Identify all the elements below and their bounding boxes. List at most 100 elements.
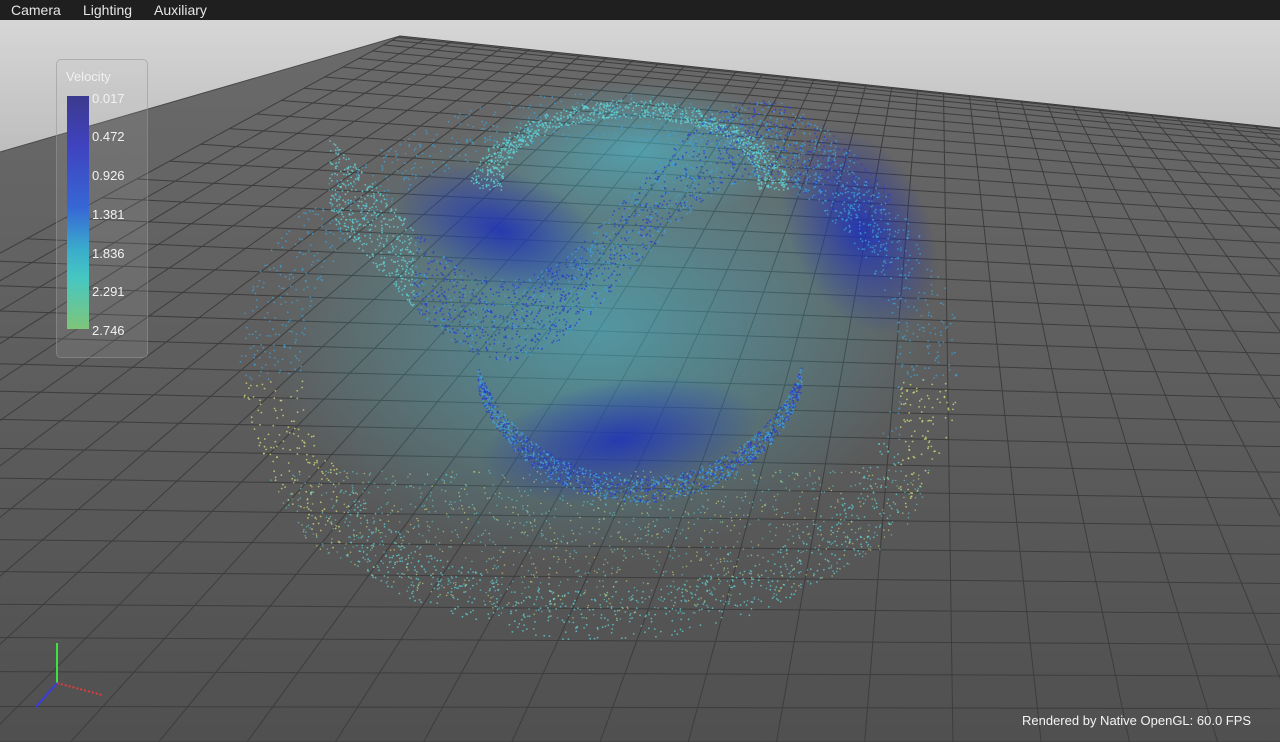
- particle: [453, 477, 456, 479]
- particle: [441, 550, 444, 553]
- particle: [462, 327, 465, 329]
- particle: [375, 214, 378, 217]
- particle: [498, 607, 501, 609]
- particle: [585, 555, 587, 558]
- particle: [740, 497, 743, 499]
- particle: [292, 474, 294, 477]
- particle: [649, 172, 651, 175]
- particle: [526, 505, 529, 507]
- particle: [644, 598, 647, 600]
- particle: [404, 248, 407, 251]
- menu-auxiliary[interactable]: Auxiliary: [154, 0, 207, 20]
- particle: [515, 333, 518, 336]
- particle: [719, 558, 722, 561]
- particle: [567, 638, 570, 640]
- particle: [762, 121, 765, 123]
- menu-camera[interactable]: Camera: [11, 0, 61, 20]
- particle: [657, 175, 659, 178]
- particle: [329, 471, 332, 474]
- particle: [819, 525, 822, 528]
- particle: [700, 597, 702, 599]
- particle: [577, 479, 580, 482]
- particle: [645, 139, 648, 142]
- particle: [316, 278, 319, 281]
- particle: [523, 127, 526, 130]
- particle: [699, 577, 701, 580]
- particle: [804, 125, 807, 128]
- particle: [618, 207, 621, 210]
- particle: [384, 223, 387, 226]
- particle: [295, 288, 297, 291]
- particle: [321, 512, 324, 514]
- particle: [832, 153, 835, 155]
- particle: [506, 288, 509, 291]
- particle: [649, 506, 652, 509]
- particle: [645, 177, 648, 180]
- particle: [906, 398, 908, 401]
- particle: [712, 541, 714, 543]
- particle: [406, 246, 409, 249]
- particle: [783, 512, 786, 514]
- particle: [877, 195, 880, 197]
- particle: [813, 150, 816, 153]
- particle: [952, 408, 954, 411]
- particle: [601, 272, 604, 275]
- particle: [451, 577, 453, 579]
- particle: [744, 583, 747, 585]
- particle: [381, 532, 384, 534]
- particle: [512, 605, 515, 607]
- particle: [398, 290, 400, 293]
- menu-lighting[interactable]: Lighting: [83, 0, 132, 20]
- particle: [923, 406, 926, 408]
- particle: [527, 586, 530, 588]
- particle: [834, 155, 837, 158]
- particle: [349, 551, 352, 553]
- particle: [304, 253, 307, 256]
- particle: [650, 620, 653, 623]
- particle: [679, 608, 682, 610]
- particle: [465, 115, 468, 118]
- particle: [731, 113, 734, 116]
- particle: [309, 210, 311, 213]
- particle: [563, 295, 566, 298]
- particle: [613, 270, 616, 272]
- particle: [509, 356, 512, 359]
- particle: [435, 133, 438, 136]
- particle: [496, 608, 499, 611]
- particle: [401, 560, 404, 563]
- particle: [740, 478, 743, 481]
- scene-canvas[interactable]: [0, 20, 1280, 742]
- particle: [482, 317, 485, 319]
- 3d-viewport[interactable]: [0, 20, 1280, 742]
- particle: [521, 303, 523, 305]
- particle: [306, 453, 308, 456]
- particle: [469, 588, 472, 590]
- particle: [722, 144, 725, 146]
- particle: [751, 170, 754, 173]
- particle: [492, 124, 495, 127]
- particle: [555, 571, 558, 574]
- particle: [897, 214, 899, 217]
- particle: [302, 409, 305, 411]
- particle: [802, 172, 805, 175]
- particle: [543, 634, 546, 637]
- particle: [460, 308, 462, 311]
- particle: [447, 516, 450, 518]
- particle: [779, 112, 781, 114]
- particle: [513, 550, 515, 552]
- particle: [415, 278, 418, 281]
- particle: [921, 496, 924, 498]
- particle: [913, 430, 916, 433]
- particle: [443, 586, 445, 589]
- particle: [492, 304, 495, 306]
- particle: [341, 182, 344, 185]
- particle: [802, 550, 805, 553]
- particle: [772, 553, 774, 556]
- particle: [911, 440, 914, 443]
- particle: [319, 501, 322, 504]
- particle: [442, 302, 444, 305]
- particle: [439, 310, 442, 312]
- particle: [937, 341, 940, 344]
- particle: [551, 324, 553, 327]
- particle: [951, 352, 954, 355]
